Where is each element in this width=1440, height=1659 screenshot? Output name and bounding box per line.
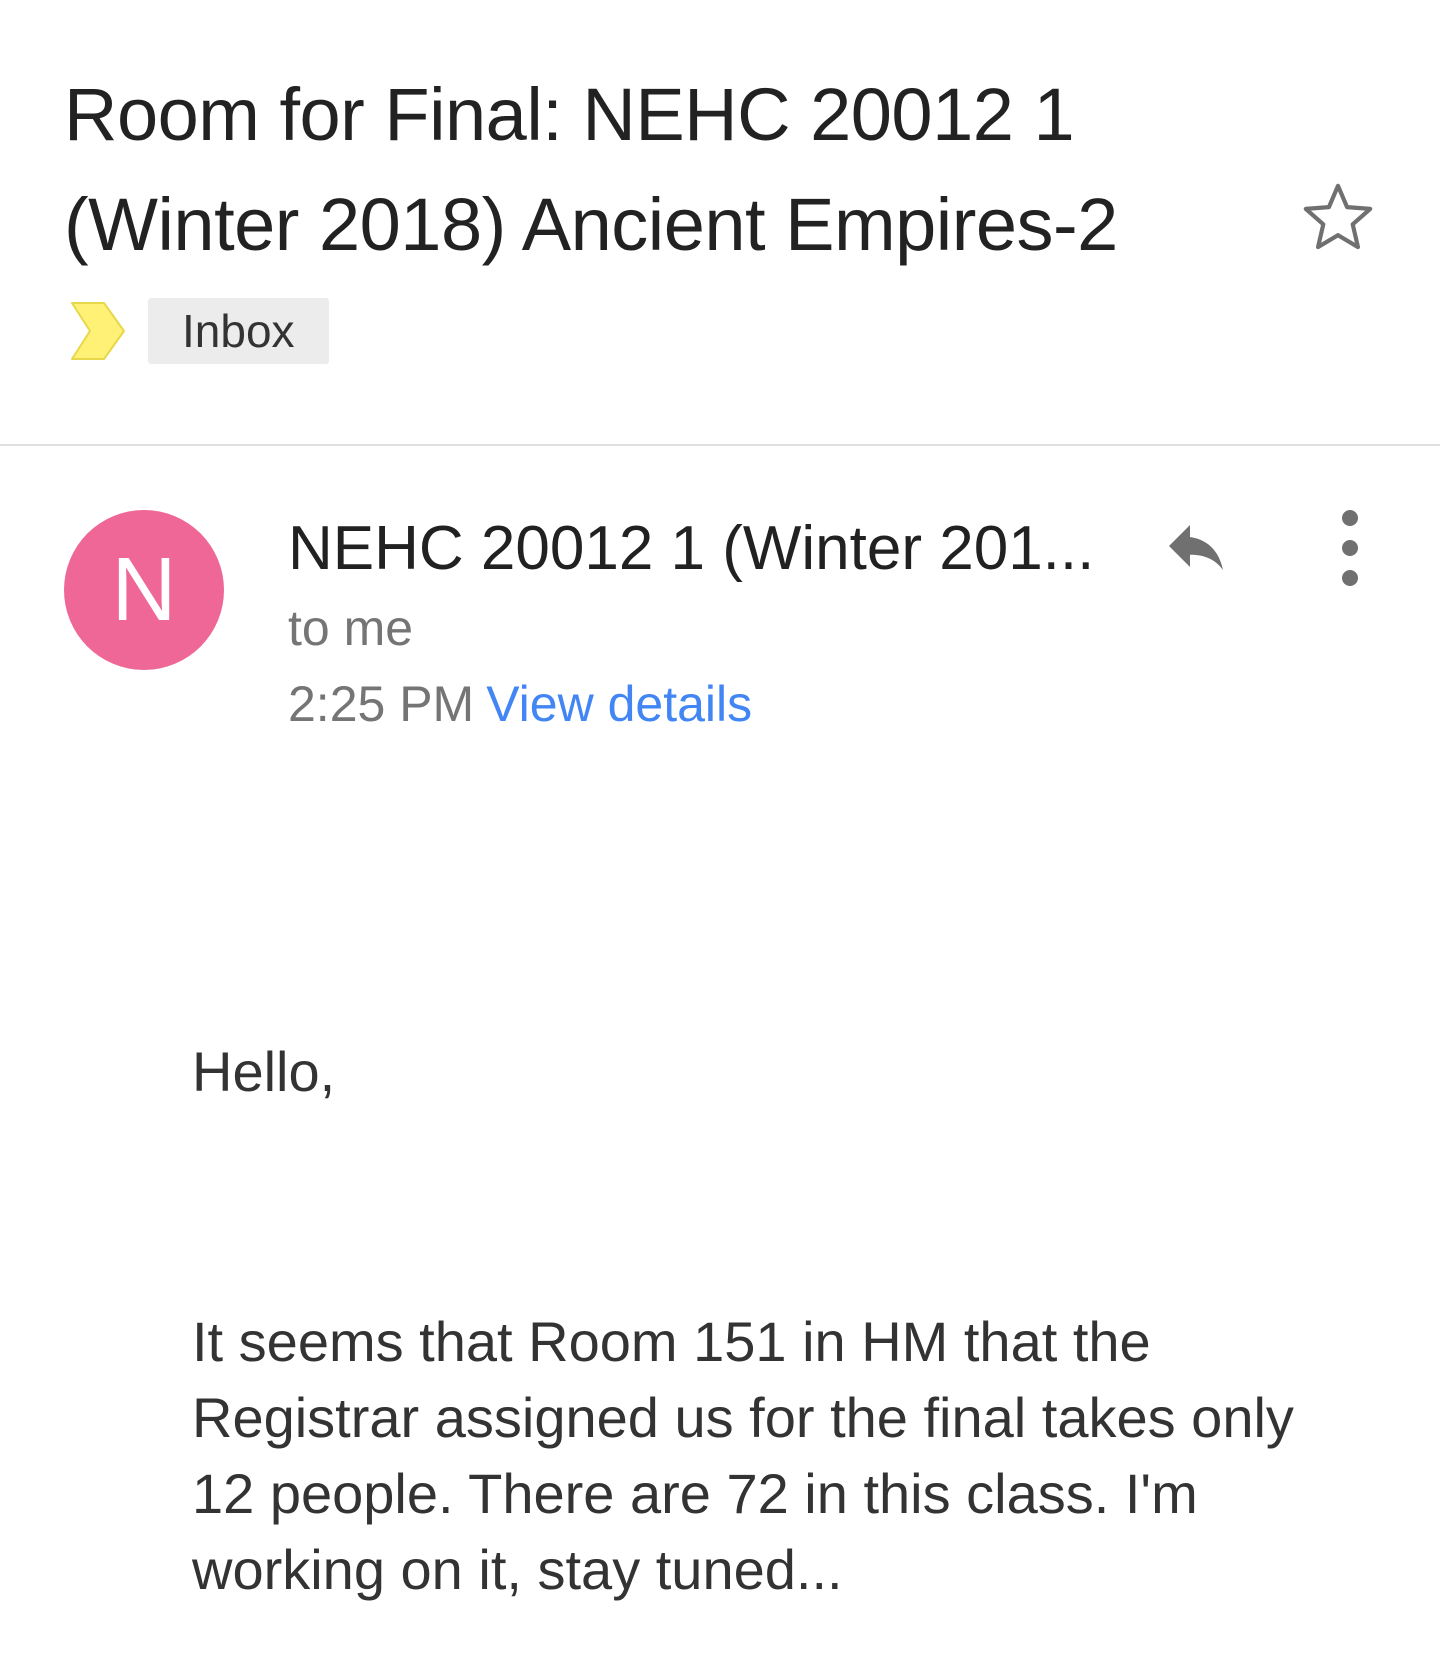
view-details-link[interactable]: View details [486, 676, 752, 732]
importance-marker-icon[interactable] [70, 301, 126, 361]
body-paragraph: It seems that Room 151 in HM that the Re… [192, 1310, 1294, 1601]
body-greeting: Hello, [192, 1040, 336, 1103]
star-icon[interactable] [1296, 176, 1380, 260]
recipient-line[interactable]: to me [288, 596, 413, 660]
reply-icon[interactable] [1154, 510, 1238, 582]
label-row: Inbox [70, 298, 329, 364]
more-vert-icon[interactable] [1330, 506, 1370, 590]
sender-avatar[interactable]: N [64, 510, 224, 670]
inbox-label-chip[interactable]: Inbox [148, 298, 329, 364]
message-time: 2:25 PM [288, 676, 475, 732]
time-row: 2:25 PM View details [288, 672, 752, 736]
divider [0, 444, 1440, 446]
sender-name: NEHC 20012 1 (Winter 201... [288, 514, 1095, 583]
email-subject: Room for Final: NEHC 20012 1 (Winter 201… [64, 73, 1118, 266]
